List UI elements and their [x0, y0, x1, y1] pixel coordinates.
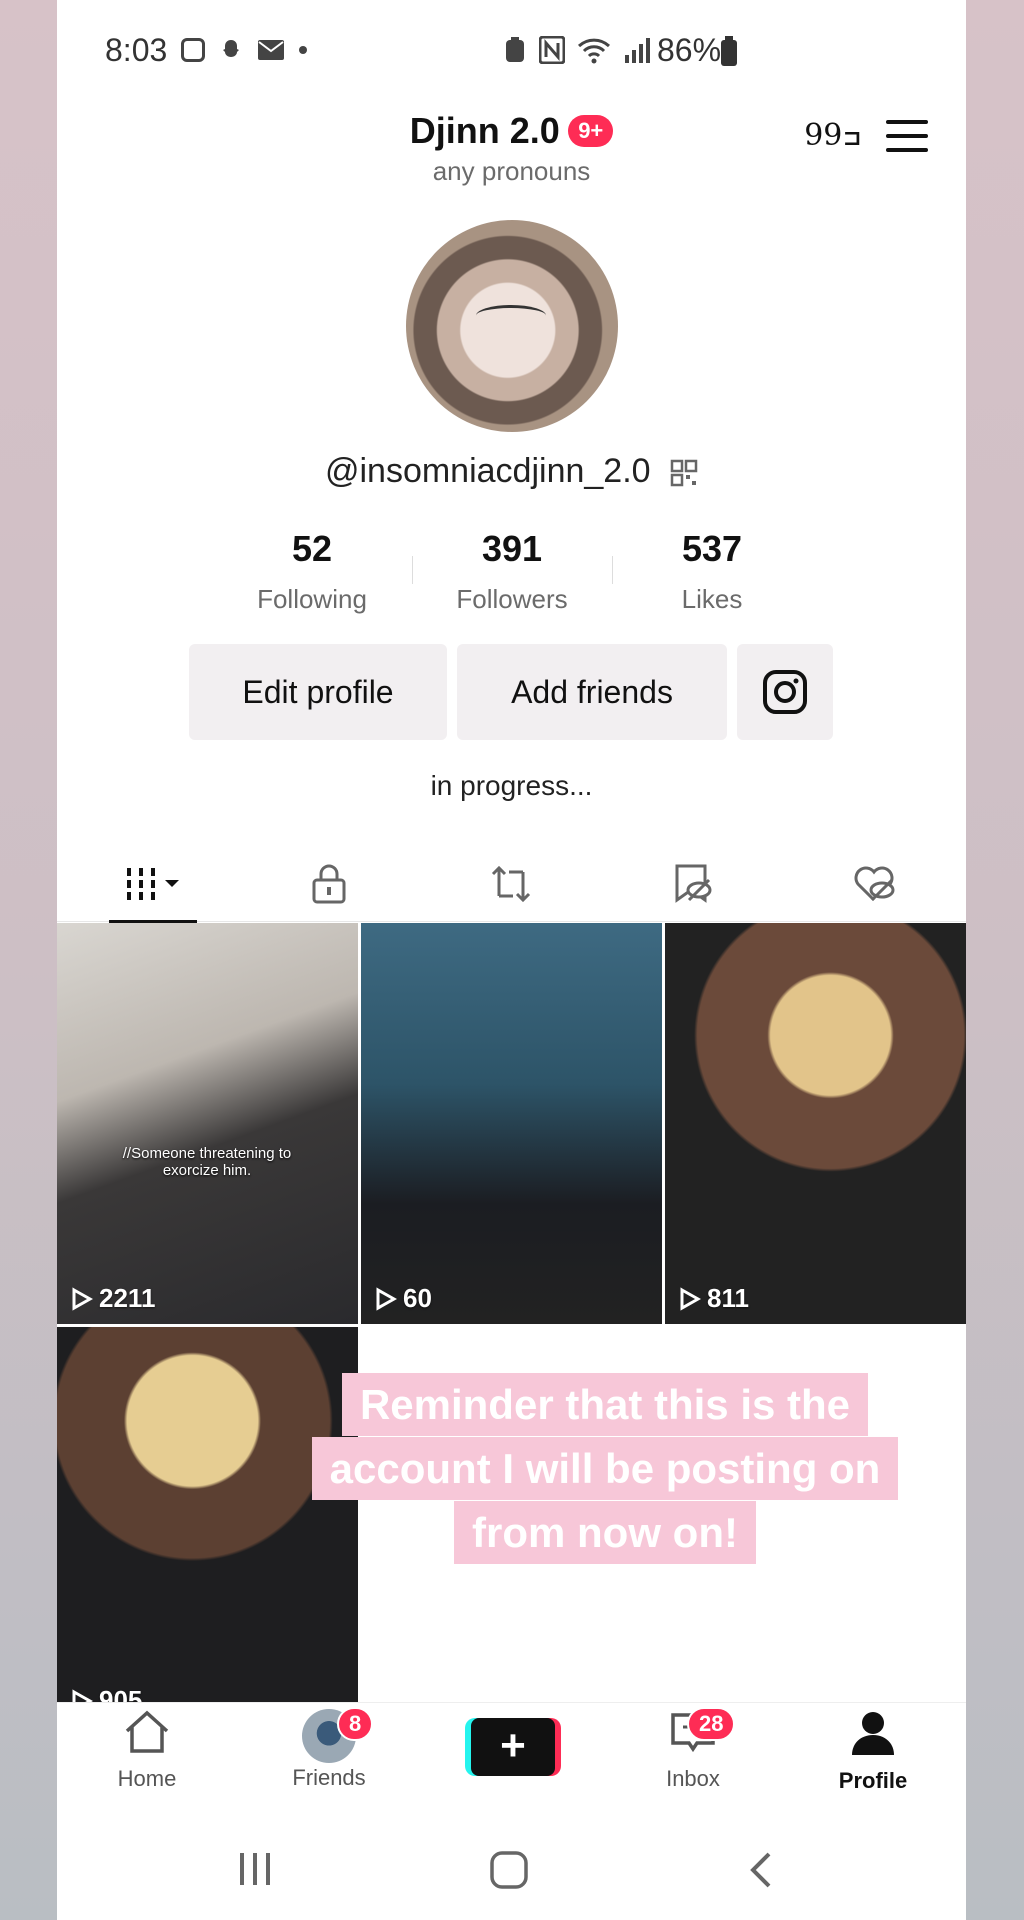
streak-icon[interactable]: ߏ99: [804, 118, 862, 153]
tab-liked[interactable]: [825, 846, 925, 922]
nav-friends[interactable]: Friends 8: [269, 1707, 389, 1791]
battery-icon: [721, 36, 737, 66]
signal-icon: [625, 38, 650, 63]
profile-actions: Edit profile Add friends: [189, 644, 833, 740]
view-count-value: 60: [403, 1283, 432, 1313]
wifi-icon: [577, 38, 611, 64]
bio: in progress...: [430, 770, 593, 801]
home-button-icon[interactable]: [489, 1850, 529, 1890]
nav-inbox[interactable]: Inbox 28: [633, 1707, 753, 1792]
profile-icon: [852, 1712, 894, 1755]
nav-home[interactable]: Home: [87, 1709, 207, 1792]
view-count-value: 905: [99, 1685, 143, 1702]
play-icon: [680, 1286, 701, 1311]
battery-saver-icon: [506, 37, 524, 62]
qr-code-icon[interactable]: [670, 459, 698, 487]
likes-label: Likes: [681, 584, 743, 614]
add-friends-button[interactable]: Add friends: [457, 644, 727, 740]
menu-icon[interactable]: [886, 119, 928, 152]
nfc-icon: [539, 36, 565, 64]
tab-favorites[interactable]: [643, 846, 743, 922]
create-button[interactable]: +: [465, 1718, 561, 1776]
status-notification-icons: [181, 38, 307, 62]
video-thumbnail[interactable]: //Someone threatening to exorcize him. 2…: [57, 923, 358, 1324]
videos-grid-icon: [127, 868, 179, 900]
nav-profile-label: Profile: [838, 1768, 908, 1793]
battery-percentage: 86%: [657, 32, 722, 68]
inbox-badge: 28: [687, 1707, 736, 1741]
status-time: 8:03: [105, 32, 168, 68]
notification-badge[interactable]: 9+: [568, 115, 614, 147]
following-count: 52: [291, 528, 333, 569]
edit-profile-button[interactable]: Edit profile: [189, 644, 447, 740]
tab-reposts[interactable]: [461, 846, 561, 922]
header-actions: ߏ99: [804, 118, 928, 153]
phone-screen: 8:03 86% Djinn 2.0 9+ any pronouns ߏ99 @…: [57, 0, 966, 1920]
view-count: 2211: [71, 1283, 155, 1314]
tab-private[interactable]: [279, 846, 379, 922]
home-icon: [125, 1710, 169, 1753]
followers-count: 391: [481, 528, 543, 569]
play-icon: [72, 1688, 93, 1702]
content-tabs: [57, 846, 966, 924]
plus-icon: +: [471, 1718, 555, 1776]
system-navigation-bar: [57, 1820, 966, 1920]
hidden-heart-icon: [854, 866, 895, 902]
video-thumbnail[interactable]: 60: [361, 923, 662, 1324]
likes-count: 537: [681, 528, 743, 569]
profile-stats: 52 Following 391 Followers 537 Likes: [212, 528, 812, 615]
play-icon: [376, 1286, 397, 1311]
nav-inbox-label: Inbox: [666, 1766, 720, 1791]
username: @insomniacdjinn_2.0: [324, 452, 651, 490]
mail-notification-icon: [258, 40, 284, 60]
status-bar: 8:03 86%: [57, 30, 966, 74]
nav-profile[interactable]: Profile: [813, 1709, 933, 1794]
stat-likes[interactable]: 537 Likes: [612, 528, 812, 615]
bottom-navigation: Home Friends 8 + Inbox 28 Profile: [57, 1702, 966, 1802]
back-icon[interactable]: [747, 1850, 777, 1890]
reminder-sticker: Reminder that this is the account I will…: [305, 1373, 905, 1565]
snapchat-notification-icon: [223, 40, 239, 57]
tab-videos[interactable]: [105, 846, 205, 924]
pronouns: any pronouns: [432, 156, 591, 186]
view-count: 60: [375, 1283, 432, 1314]
video-caption: //Someone threatening to exorcize him.: [122, 1145, 292, 1179]
nav-friends-label: Friends: [292, 1765, 366, 1790]
nav-home-label: Home: [117, 1766, 177, 1791]
view-count: 811: [679, 1283, 749, 1314]
friends-badge: 8: [337, 1707, 374, 1741]
stat-following[interactable]: 52 Following: [212, 528, 412, 615]
instagram-button[interactable]: [737, 644, 833, 740]
following-label: Following: [257, 584, 367, 614]
followers-label: Followers: [456, 584, 568, 614]
view-count-value: 2211: [99, 1283, 156, 1313]
avatar[interactable]: [406, 220, 618, 432]
display-name: Djinn 2.0: [409, 110, 560, 151]
hidden-bookmark-icon: [675, 864, 712, 903]
play-icon: [72, 1286, 93, 1311]
stat-followers[interactable]: 391 Followers: [412, 528, 612, 615]
view-count: 905: [71, 1685, 142, 1702]
username-row: @insomniacdjinn_2.0: [57, 452, 966, 491]
video-thumbnail[interactable]: 811: [665, 923, 966, 1324]
reminder-text: Reminder that this is the account I will…: [311, 1373, 899, 1564]
status-system-icons: [503, 36, 651, 64]
instagram-notification-icon: [181, 38, 205, 62]
lock-icon: [312, 864, 346, 904]
repost-icon: [491, 865, 531, 903]
view-count-value: 811: [707, 1283, 749, 1313]
more-notifications-dot-icon: [299, 46, 307, 54]
instagram-icon: [763, 670, 807, 714]
recent-apps-icon[interactable]: [235, 1850, 275, 1888]
